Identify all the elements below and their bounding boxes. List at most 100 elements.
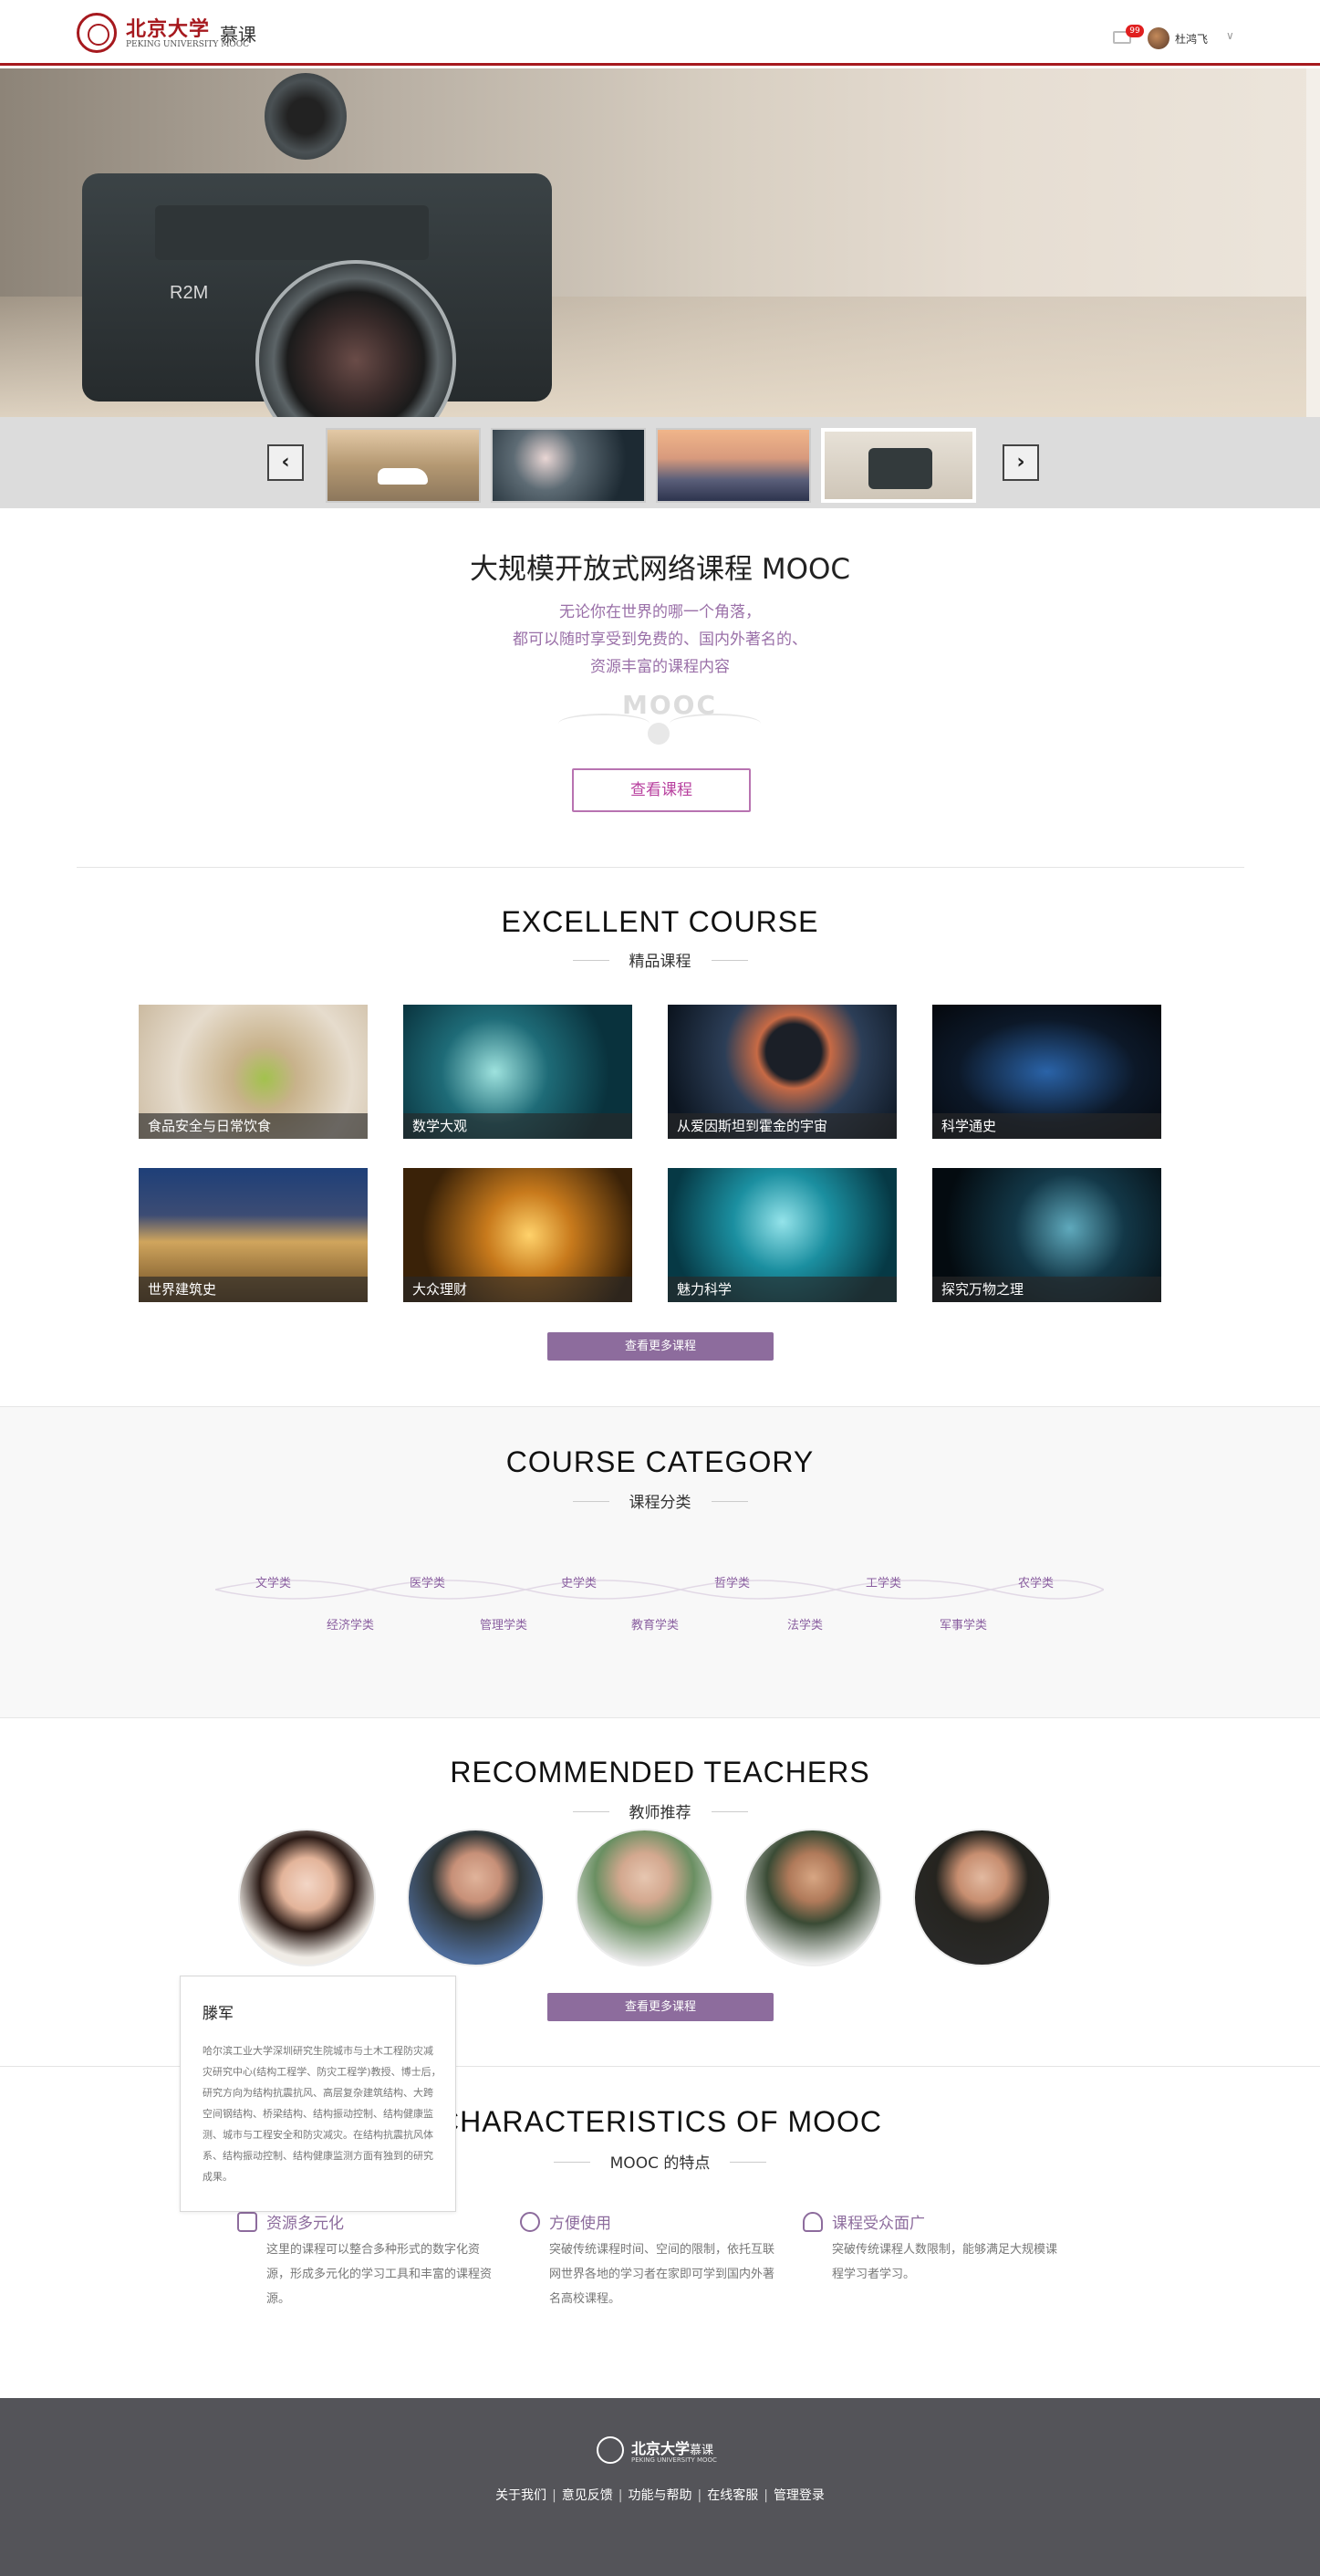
footer-link-help[interactable]: 功能与帮助 [629,2488,692,2503]
feature-text: 突破传统课程时间、空间的限制，依托互联网世界各地的学习者在家即可学到国内外著名高… [549,2243,775,2306]
course-card[interactable]: 数学大观 [403,1005,632,1139]
teachers-subtitle: 教师推荐 [0,1799,1320,1822]
teacher-name: 滕军 [203,2005,234,2023]
footer-link-admin-login[interactable]: 管理登录 [774,2488,825,2503]
teachers-title: RECOMMENDED TEACHERS [450,1756,870,1789]
course-title: 探究万物之理 [932,1277,1161,1302]
site-header: 北京大学 慕课 PEKING UNIVERSITY MOOC 99 杜鸿飞 ∨ [0,0,1320,66]
intro-line-1: 无论你在世界的哪一个角落， [559,603,761,621]
excellent-course-subtitle: 精品课程 [0,948,1320,971]
category-link-engineering[interactable]: 工学类 [866,1573,901,1590]
teacher-avatar[interactable] [238,1829,376,1966]
user-area: 99 杜鸿飞 ∨ [1107,24,1244,51]
course-title: 食品安全与日常饮食 [139,1113,368,1139]
category-link-management[interactable]: 管理学类 [480,1615,527,1632]
feature-title: 课程受众面广 [832,2215,925,2233]
footer-separator: | [764,2488,768,2503]
logo-name: 北京大学 [126,17,211,41]
teacher-avatar[interactable] [407,1829,545,1966]
mooc-emblem: MOOC [558,686,761,746]
footer-logo-suffix: 慕课 [690,2444,714,2457]
footer-link-support[interactable]: 在线客服 [707,2488,758,2503]
feature-text: 这里的课程可以整合多种形式的数字化资源，形成多元化的学习工具和丰富的课程资源。 [266,2243,493,2306]
camera-label: R2M [170,283,209,303]
category-subtitle: 课程分类 [0,1489,1320,1512]
characteristics-subtitle-text: MOOC 的特点 [553,2150,766,2173]
category-link-history[interactable]: 史学类 [561,1573,597,1590]
course-title: 从爱因斯坦到霍金的宇宙 [668,1113,897,1139]
course-card[interactable]: 大众理财 [403,1168,632,1302]
site-logo[interactable]: 北京大学 慕课 PEKING UNIVERSITY MOOC [77,13,259,55]
course-card[interactable]: 探究万物之理 [932,1168,1161,1302]
course-card[interactable]: 魅力科学 [668,1168,897,1302]
chevron-down-icon[interactable]: ∨ [1226,29,1234,42]
course-card[interactable]: 食品安全与日常饮食 [139,1005,368,1139]
category-title: COURSE CATEGORY [505,1445,815,1478]
category-link-military[interactable]: 军事学类 [940,1615,987,1632]
carousel-thumbnail-car[interactable] [326,428,481,503]
banner-thumbnail-bar: ‹ › [0,417,1320,508]
more-courses-button[interactable]: 查看更多课程 [547,1332,774,1361]
category-curve-decoration [215,1580,1104,1600]
user-icon [803,2212,823,2232]
feature-title: 方便使用 [549,2215,611,2233]
feature-title: 资源多元化 [266,2215,344,2233]
course-title: 魅力科学 [668,1277,897,1302]
footer-links: 关于我们 | 意见反馈 | 功能与帮助 | 在线客服 | 管理登录 [0,2486,1320,2504]
footer-logo[interactable]: 北京大学慕课 PEKING UNIVERSITY MOOC [597,2436,733,2469]
view-courses-button[interactable]: 查看课程 [572,768,751,812]
excellent-course-subtitle-text: 精品课程 [572,948,748,971]
play-icon [648,723,670,745]
site-footer: 北京大学慕课 PEKING UNIVERSITY MOOC 关于我们 | 意见反馈 |… [0,2398,1320,2576]
banner-camera-viewfinder [265,73,347,160]
category-link-economics[interactable]: 经济学类 [327,1615,374,1632]
carousel-next-button[interactable]: › [1003,444,1039,481]
message-count-badge: 99 [1126,25,1144,37]
teacher-avatar[interactable] [913,1829,1051,1966]
chevron-right-icon: › [1016,451,1025,474]
logo-subtitle: PEKING UNIVERSITY MOOC [126,40,250,49]
excellent-course-title: EXCELLENT COURSE [501,905,819,938]
teacher-avatar[interactable] [576,1829,713,1966]
category-link-law[interactable]: 法学类 [787,1615,823,1632]
university-seal-icon [597,2436,624,2464]
footer-separator: | [697,2488,702,2503]
user-name[interactable]: 杜鸿飞 [1175,31,1208,47]
banner-edge [1306,68,1320,417]
category-subtitle-text: 课程分类 [572,1489,748,1512]
globe-icon [520,2212,540,2232]
course-card[interactable]: 世界建筑史 [139,1168,368,1302]
teacher-description: 哈尔滨工业大学深圳研究生院城市与土木工程防灾减灾研究中心(结构工程学、防灾工程学… [203,2045,442,2183]
carousel-prev-button[interactable]: ‹ [267,444,304,481]
teacher-info-popup: 滕军 哈尔滨工业大学深圳研究生院城市与土木工程防灾减灾研究中心(结构工程学、防灾… [180,1976,456,2212]
teachers-subtitle-text: 教师推荐 [572,1799,748,1822]
hero-banner: R2M [0,68,1320,417]
course-title: 世界建筑史 [139,1277,368,1302]
category-link-medicine[interactable]: 医学类 [410,1573,445,1590]
course-card[interactable]: 科学通史 [932,1005,1161,1139]
more-teachers-button[interactable]: 查看更多课程 [547,1993,774,2021]
university-seal-icon [77,13,117,53]
emblem-text: MOOC [622,690,718,720]
footer-link-about[interactable]: 关于我们 [495,2488,546,2503]
carousel-thumbnail-camera[interactable] [821,428,976,503]
teacher-avatar[interactable] [744,1829,882,1966]
course-title: 大众理财 [403,1277,632,1302]
feature-text: 突破传统课程人数限制，能够满足大规模课程学习者学习。 [832,2243,1058,2281]
course-title: 数学大观 [403,1113,632,1139]
course-card[interactable]: 从爱因斯坦到霍金的宇宙 [668,1005,897,1139]
avatar[interactable] [1148,27,1169,49]
carousel-thumbnail-blossom[interactable] [491,428,646,503]
intro-title: 大规模开放式网络课程 MOOC [469,553,851,586]
intro-line-2: 都可以随时享受到免费的、国内外著名的、 [513,631,807,649]
carousel-thumbnail-bridge[interactable] [656,428,811,503]
footer-separator: | [552,2488,556,2503]
category-link-literature[interactable]: 文学类 [255,1573,291,1590]
footer-link-feedback[interactable]: 意见反馈 [562,2488,613,2503]
category-link-agriculture[interactable]: 农学类 [1018,1573,1054,1590]
category-link-philosophy[interactable]: 哲学类 [714,1573,750,1590]
footer-logo-name: 北京大学慕课 [631,2436,713,2458]
footer-logo-subtitle: PEKING UNIVERSITY MOOC [631,2456,717,2464]
course-title: 科学通史 [932,1113,1161,1139]
category-link-education[interactable]: 教育学类 [631,1615,679,1632]
